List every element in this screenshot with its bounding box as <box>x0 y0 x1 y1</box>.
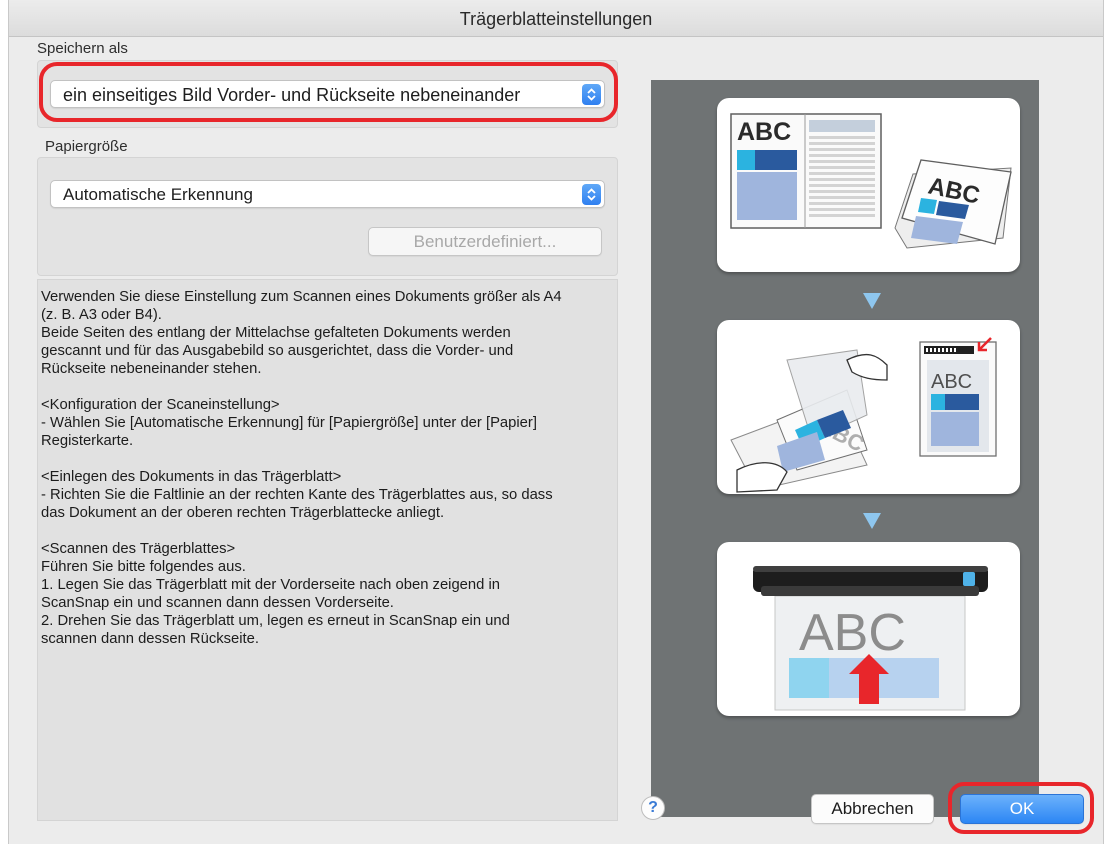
description-panel: Verwenden Sie diese Einstellung zum Scan… <box>37 279 618 821</box>
paper-size-selected: Automatische Erkennung <box>63 185 253 204</box>
illustration-panel: ABC ABC ABC ABC ABC <box>651 80 1039 817</box>
insert-document-illustration: ABC ABC <box>730 337 997 493</box>
popup-arrows-icon <box>582 184 601 205</box>
step1-card: ABC ABC <box>717 98 1020 272</box>
folded-document-illustration: ABC ABC <box>730 113 1012 249</box>
window-title: Trägerblatteinstellungen <box>9 0 1103 37</box>
step2-carrier-abc-text: ABC <box>931 371 972 393</box>
step1-abc-text: ABC <box>737 118 791 146</box>
step3-abc-text: ABC <box>799 604 906 662</box>
description-text: Verwenden Sie diese Einstellung zum Scan… <box>41 289 562 647</box>
down-arrow-icon <box>863 293 881 309</box>
step2-card: ABC ABC <box>717 320 1020 494</box>
down-arrow-icon <box>863 513 881 529</box>
ok-highlight <box>948 782 1094 834</box>
save-as-highlight <box>39 62 618 122</box>
help-button[interactable]: ? <box>641 796 665 820</box>
step3-card: ABC <box>717 542 1020 716</box>
cancel-button[interactable]: Abbrechen <box>811 794 934 824</box>
scanner-illustration: ABC <box>753 566 988 711</box>
save-as-label: Speichern als <box>37 40 128 57</box>
custom-size-button[interactable]: Benutzerdefiniert... <box>368 227 602 256</box>
paper-size-group: Automatische Erkennung Benutzerdefiniert… <box>37 157 618 276</box>
carrier-sheet-settings-window: Trägerblatteinstellungen Speichern als e… <box>8 0 1104 844</box>
paper-size-label: Papiergröße <box>45 138 128 155</box>
paper-size-popup[interactable]: Automatische Erkennung <box>50 180 605 208</box>
